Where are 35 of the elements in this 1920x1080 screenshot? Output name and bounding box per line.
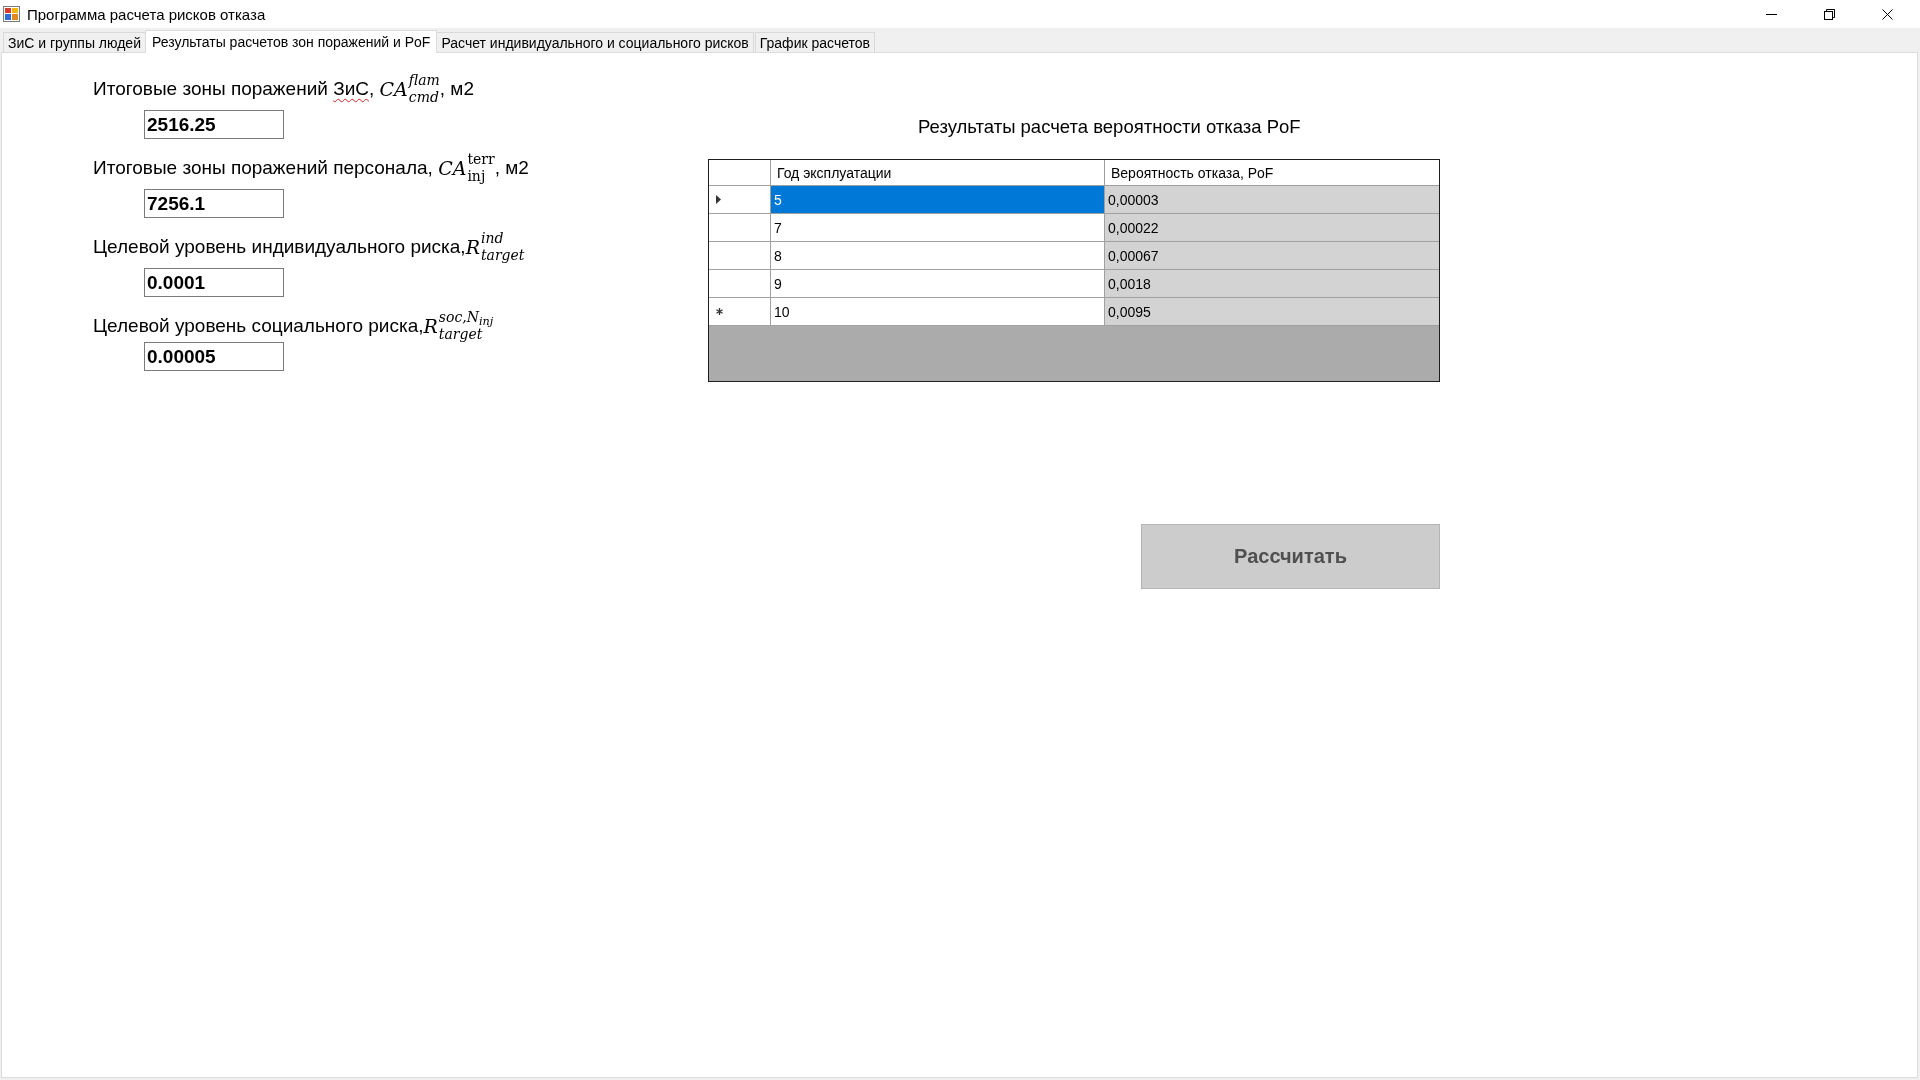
tab[interactable]: Результаты расчетов зон поражений и PoF — [145, 30, 438, 53]
tab[interactable]: График расчетов — [754, 32, 875, 52]
minimize-icon — [1765, 13, 1777, 15]
table-cell[interactable]: 0,00022 — [1105, 214, 1439, 242]
tab[interactable]: ЗиС и группы людей — [3, 32, 146, 52]
close-icon — [1881, 8, 1893, 20]
grid-corner-header[interactable] — [709, 160, 771, 186]
input-field[interactable]: 0.0001 — [144, 268, 284, 297]
restore-icon — [1823, 8, 1835, 20]
triangle-icon — [716, 195, 721, 204]
column-header[interactable]: Вероятность отказа, PoF — [1105, 160, 1439, 186]
row-header[interactable] — [709, 242, 771, 270]
table-cell[interactable]: 9 — [771, 270, 1105, 298]
row-header[interactable] — [709, 298, 771, 326]
row-header[interactable] — [709, 270, 771, 298]
calculate-button[interactable]: Рассчитать — [1141, 524, 1440, 589]
tab[interactable]: Расчет индивидуального и социального рисков — [436, 32, 754, 52]
table-cell[interactable]: 0,00067 — [1105, 242, 1439, 270]
input-field[interactable]: 0.00005 — [144, 342, 284, 371]
asterisk-icon — [716, 308, 723, 315]
table-cell[interactable]: 0,00003 — [1105, 186, 1439, 214]
row-header[interactable] — [709, 186, 771, 214]
grid-title: Результаты расчета вероятности отказа PoF — [918, 117, 1301, 137]
table-cell[interactable]: 5 — [771, 186, 1105, 214]
table-cell[interactable]: 0,0095 — [1105, 298, 1439, 326]
row-header[interactable] — [709, 214, 771, 242]
table-cell[interactable]: 7 — [771, 214, 1105, 242]
window-title: Программа расчета рисков отказа — [27, 5, 266, 23]
app-icon — [3, 6, 20, 22]
input-field[interactable]: 7256.1 — [144, 189, 284, 218]
input-field[interactable]: 2516.25 — [144, 110, 284, 139]
table-cell[interactable]: 10 — [771, 298, 1105, 326]
table-cell[interactable]: 0,0018 — [1105, 270, 1439, 298]
table-cell[interactable]: 8 — [771, 242, 1105, 270]
column-header[interactable]: Год эксплуатации — [771, 160, 1105, 186]
